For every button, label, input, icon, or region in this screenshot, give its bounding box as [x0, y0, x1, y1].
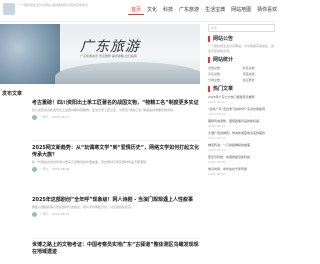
nav-item-home[interactable]: 首页	[128, 6, 145, 15]
stat-item: 评论总数：	[208, 72, 224, 76]
hot-date: 2025-08-20	[208, 99, 226, 104]
hot-article[interactable]: 学识时间：中华文化千年传承 2025-08-05	[208, 167, 275, 176]
site-logo[interactable]	[3, 3, 15, 15]
hot-heading: 热门文章	[208, 86, 275, 92]
stat-item: 文章总数：	[208, 66, 224, 70]
notice-heading: 网站公告	[208, 36, 275, 42]
banner-subtitle: 广东旅游资讯 景点推荐 美食攻略 出行指南	[80, 54, 137, 58]
article-title[interactable]: 2025年这部剧创“全年呼”现象级！网人诗剧 - 当演门规规遇上人性叙事	[32, 197, 200, 204]
stats-grid: 文章总数： 标签总数： 评论总数： 页面总数： 分类总数： 最后更新：	[208, 66, 275, 82]
hot-date: 2025-08-10	[208, 147, 226, 152]
stat-item: 最后更新：	[242, 78, 258, 82]
nav-item-culture[interactable]: 文化	[144, 6, 160, 15]
hot-date: 2025-08-12	[208, 135, 226, 140]
article-item[interactable]: 世博之路上的文物考证：中国考察员实地广东“古驿道”整体测区鸟瞰发现现在地域遗迹	[32, 242, 200, 256]
hot-article[interactable]: 神话传说：一只青蛙神秘的故事 2025-08-10	[208, 143, 275, 152]
hot-title[interactable]: 大潮广府食神庆！你的新游宴你点亮的美食	[208, 131, 265, 135]
avatar	[32, 114, 37, 120]
main-nav: 首页 文化 科技 广东旅游 生活宝典 网站地图 猜你喜欢	[128, 6, 280, 15]
hot-title[interactable]: 2025年广东七大热门旅游景点推荐	[208, 95, 255, 99]
notice-text: 一个很好的生活分享网站，分享各类实用信息，欢迎大家投稿交流。	[208, 44, 275, 53]
article-item[interactable]: 考古重磅！四川资阳出土季工匠著名的战国文物，“物精工名”制度更多实证 四川资阳考…	[32, 100, 200, 120]
hero-banner[interactable]: 广东旅游 广东旅游资讯 景点推荐 美食攻略 出行指南	[0, 24, 200, 84]
article-author: 一家人	[40, 115, 50, 119]
article-date: 2025-08-25	[52, 212, 70, 216]
article-date: 2025-08-27	[52, 115, 70, 119]
hot-article[interactable]: “全时广东”走出学习的中华广东文化新格局 2025-08-18	[208, 107, 275, 116]
stat-item: 标签总数：	[242, 66, 258, 70]
hot-title[interactable]: 安全与科技：中国的前沿新科技	[208, 155, 250, 159]
hot-title[interactable]: “全时广东”走出学习的中华广东文化新格局	[208, 107, 265, 111]
divider	[32, 140, 200, 141]
site-header: 一个很好的生活分享网站 提供各种有价值的实用信息 首页 文化 科技 广东旅游 生…	[0, 0, 277, 22]
article-item[interactable]: 2025年这部剧创“全年呼”现象级！网人诗剧 - 当演门规规遇上人性叙事 剧集以…	[32, 197, 200, 217]
article-title[interactable]: 2025网文新趋势：从“玩偶寒文学”到“爱情历史”，网络文学如何打起文化传承大旗…	[32, 145, 200, 159]
stats-heading: 网站统计	[208, 57, 275, 63]
hot-article[interactable]: 大潮广府食神庆！你的新游宴你点亮的美食 2025-08-12	[208, 131, 275, 140]
article-meta: 一家人 2025-08-26	[32, 166, 200, 172]
hot-title[interactable]: 学识时间：中华文化千年传承	[208, 167, 247, 171]
divider	[32, 193, 200, 194]
article-item[interactable]: 2025网文新趋势：从“玩偶寒文学”到“爱情历史”，网络文学如何打起文化传承大旗…	[32, 145, 200, 172]
nav-item-tech[interactable]: 科技	[160, 6, 176, 15]
sidebar: 搜索 网站公告 一个很好的生活分享网站，分享各类实用信息，欢迎大家投稿交流。 网…	[208, 24, 275, 176]
article-meta: 一家人 2025-08-25	[32, 211, 200, 217]
nav-item-recommend[interactable]: 猜你喜欢	[254, 6, 280, 15]
hot-article[interactable]: 2025年广东七大热门旅游景点推荐 2025-08-20	[208, 95, 275, 104]
stat-item: 分类总数：	[208, 78, 224, 82]
hot-date: 2025-08-08	[208, 159, 226, 164]
article-date: 2025-08-26	[52, 167, 70, 171]
banner-title: 广东旅游	[80, 39, 140, 55]
article-title[interactable]: 考古重磅！四川资阳出土季工匠著名的战国文物，“物精工名”制度更多实证	[32, 100, 200, 107]
article-author: 一家人	[40, 212, 50, 216]
nav-item-sitemap[interactable]: 网站地图	[228, 6, 254, 15]
nav-item-life[interactable]: 生活宝典	[202, 6, 228, 15]
article-desc: 四川资阳考古新发现出土战国时期青铜器物，铭文记录工匠之名，为研究“物勒工名”制度…	[32, 108, 177, 112]
hot-date: 2025-08-18	[208, 111, 226, 116]
banner-hill	[55, 62, 200, 84]
hot-date: 2025-08-15	[208, 123, 226, 128]
stat-item: 页面总数：	[242, 72, 258, 76]
site-subtitle: 一个很好的生活分享网站 提供各种有价值的实用信息	[18, 3, 88, 7]
banner-image	[0, 24, 60, 84]
article-desc: 新一代网络文学创作者以更多元视角讲述中国故事，历史题材与现实题材作品不断涌现。	[32, 160, 150, 164]
hot-date: 2025-08-05	[208, 171, 226, 176]
divider	[32, 238, 200, 239]
hot-title[interactable]: 神话传说：一只青蛙神秘的故事	[208, 143, 250, 147]
hot-article[interactable]: 安全与科技：中国的前沿新科技 2025-08-08	[208, 155, 275, 164]
article-author: 一家人	[40, 167, 50, 171]
article-desc: 剧集以细腻叙事与现实题材引发热议，观众评价两极分化，讨论度持续走高。	[32, 205, 135, 209]
hot-title[interactable]: 理财风向调整：国家政策背后的新机遇	[208, 119, 259, 123]
search-input[interactable]: 搜索	[208, 24, 275, 32]
article-title[interactable]: 世博之路上的文物考证：中国考察员实地广东“古驿道”整体测区鸟瞰发现现在地域遗迹	[32, 242, 200, 256]
avatar	[32, 211, 37, 217]
article-meta: 一家人 2025-08-27	[32, 114, 200, 120]
section-title: 发布文章	[2, 91, 23, 97]
avatar	[32, 166, 37, 172]
hot-article[interactable]: 理财风向调整：国家政策背后的新机遇 2025-08-15	[208, 119, 275, 128]
nav-item-travel[interactable]: 广东旅游	[176, 6, 202, 15]
